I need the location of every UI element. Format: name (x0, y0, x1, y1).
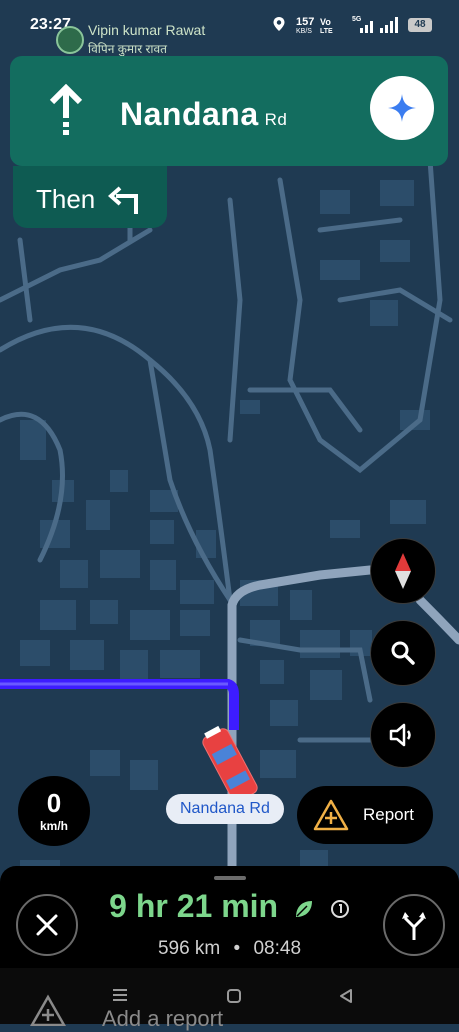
lte-label: LTE (320, 28, 333, 35)
notification-avatar (56, 26, 84, 54)
back-icon[interactable] (338, 988, 354, 1004)
signal-icon (360, 17, 398, 33)
trip-distance: 596 km (157, 938, 221, 959)
home-icon[interactable] (226, 988, 242, 1004)
search-button[interactable] (370, 620, 436, 686)
turn-left-icon (107, 186, 138, 214)
trip-separator: • (233, 938, 241, 959)
recents-icon[interactable] (112, 988, 128, 1002)
report-button[interactable]: Report (297, 786, 433, 844)
volte-label: Vo (320, 17, 331, 27)
eta-duration: 9 hr 21 min (109, 888, 279, 924)
compass-icon (395, 553, 411, 589)
sheet-drag-handle[interactable] (214, 876, 246, 880)
location-icon (273, 17, 285, 31)
add-report-icon (30, 994, 66, 1026)
sound-button[interactable] (370, 702, 436, 768)
speedometer: 0 km/h (18, 776, 90, 846)
report-warning-icon (313, 799, 349, 831)
volume-icon (389, 723, 411, 747)
sparkle-icon (388, 94, 416, 122)
street-name: Nandana Rd (120, 96, 287, 133)
speed-unit: km/h (39, 819, 68, 833)
alt-routes-icon (330, 899, 349, 918)
battery-icon: 48 (408, 18, 432, 32)
net-speed: 157 (296, 16, 315, 28)
report-label: Report (363, 805, 415, 824)
system-nav-bar: Add a report (0, 968, 459, 1031)
fork-route-icon (402, 912, 426, 940)
arrival-time: 08:48 (253, 938, 302, 959)
status-bar: 23:27 Vipin kumar Rawat विपिन कुमार रावत… (0, 0, 459, 56)
assistant-button[interactable] (370, 76, 434, 140)
street-name-main: Nandana (120, 96, 259, 132)
street-name-suffix: Rd (264, 110, 288, 129)
then-label: Then (36, 184, 96, 214)
straight-arrow-icon (49, 84, 83, 135)
current-road-label: Nandana Rd (166, 794, 284, 824)
eco-leaf-icon (295, 900, 312, 917)
compass-button[interactable] (370, 538, 436, 604)
speed-value: 0 (46, 788, 62, 818)
search-icon (391, 641, 415, 665)
notification-subtitle: विपिन कुमार रावत (88, 42, 167, 56)
route-options-button[interactable] (383, 894, 445, 956)
add-report-label[interactable]: Add a report (102, 1006, 223, 1032)
net-speed-unit: KB/S (296, 28, 312, 35)
trip-summary-sheet[interactable]: 9 hr 21 min 596 km • 08:48 (0, 866, 459, 968)
notification-name: Vipin kumar Rawat (88, 22, 206, 38)
